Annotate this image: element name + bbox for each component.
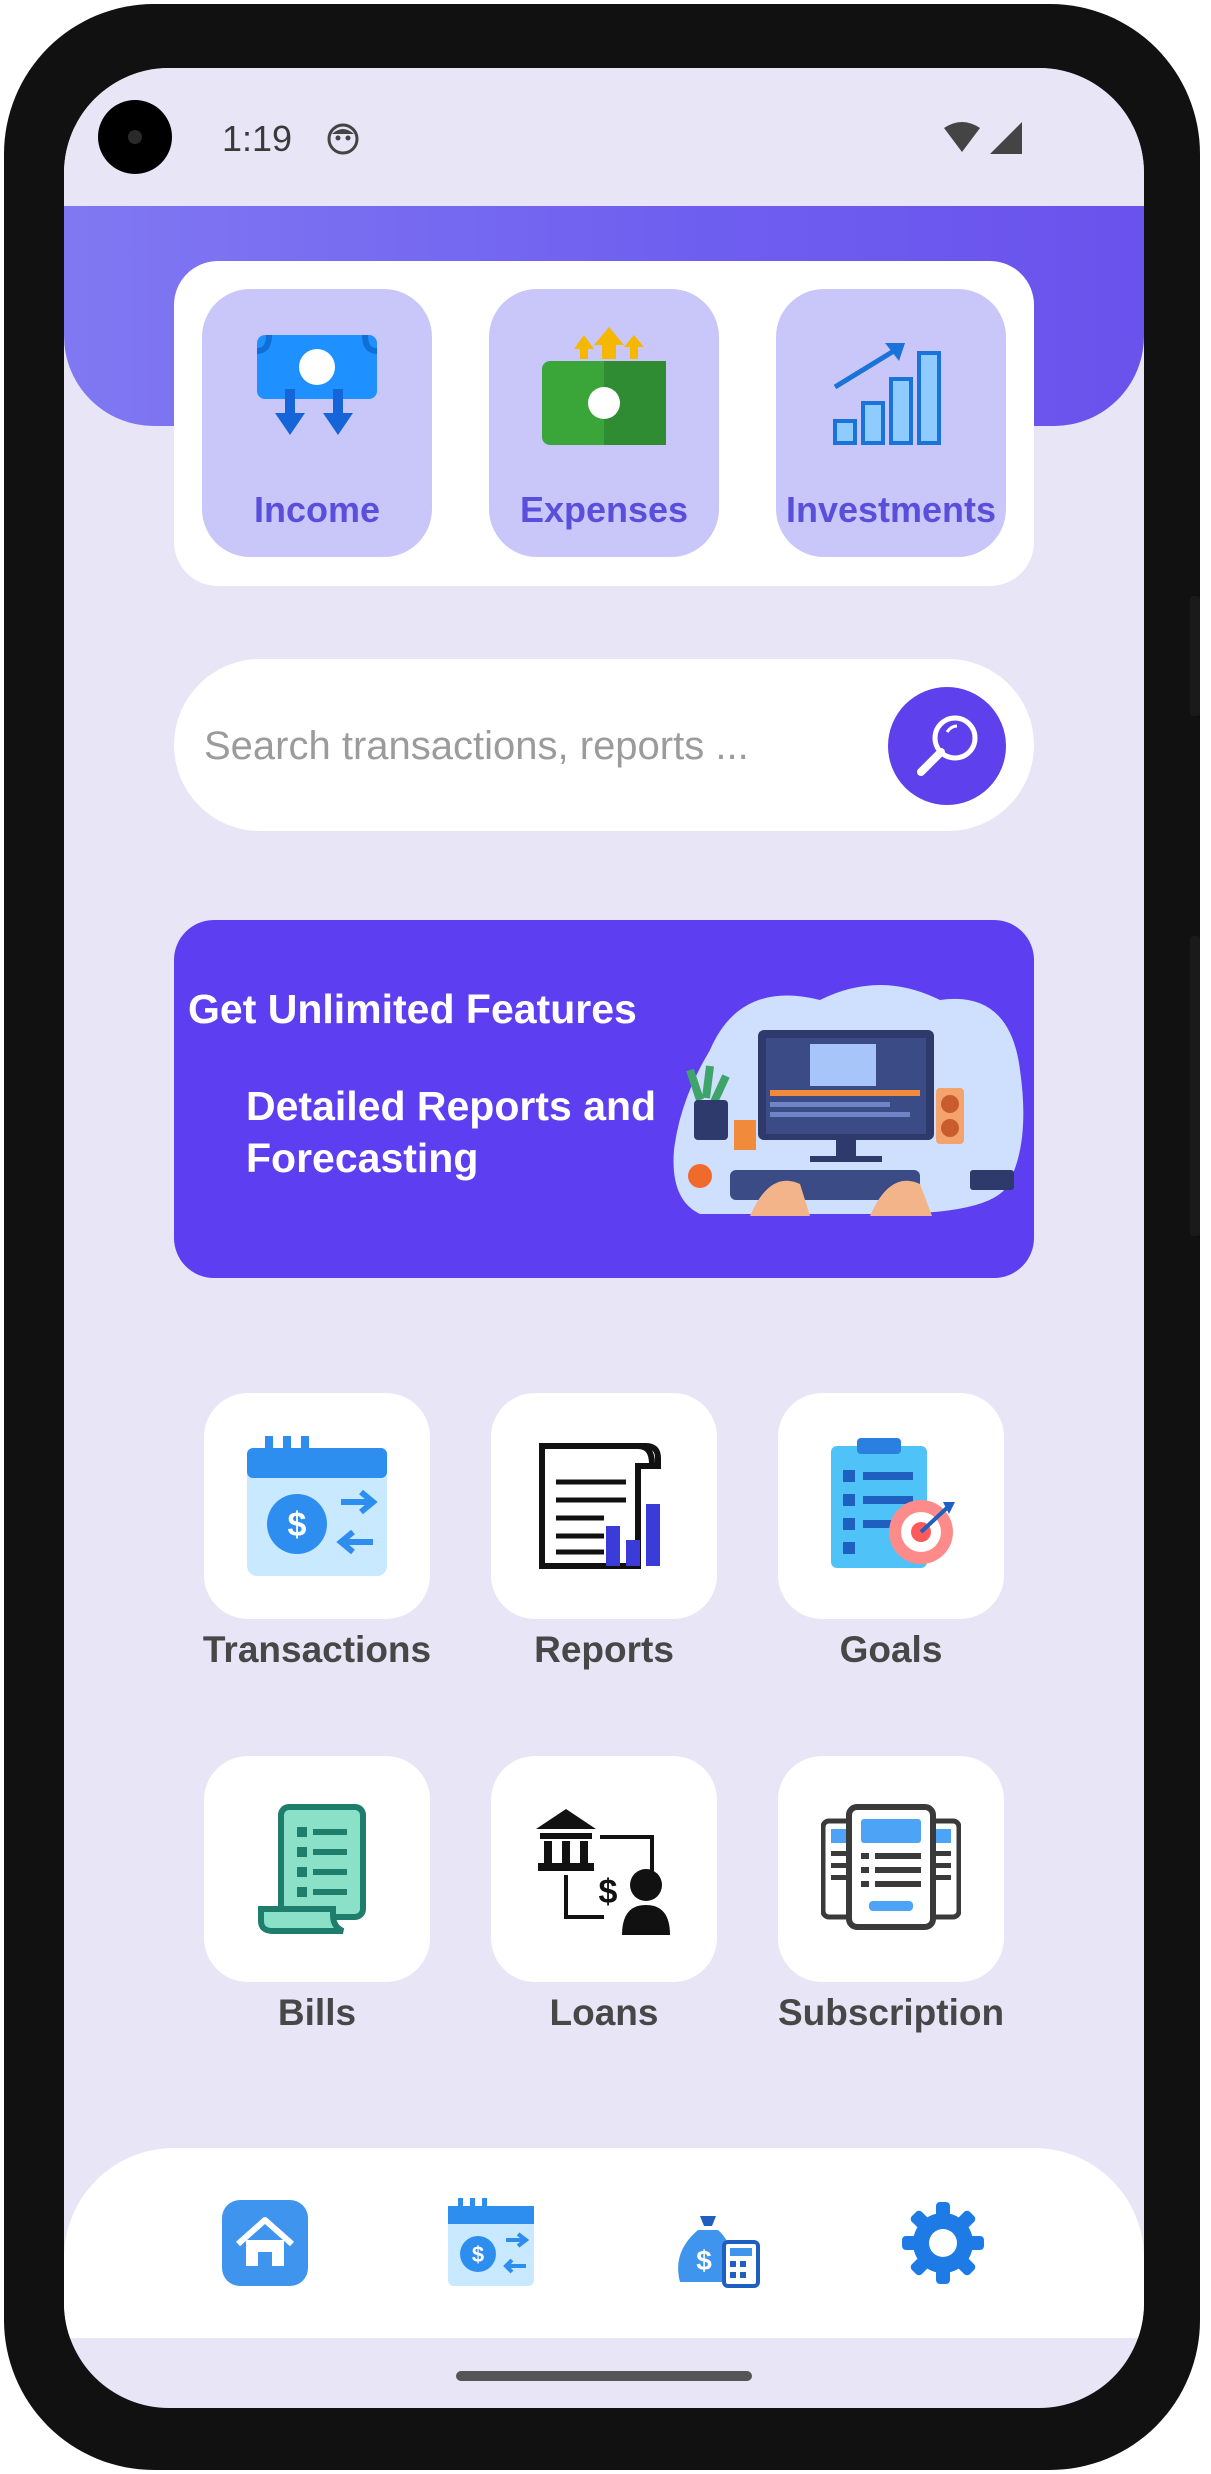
expenses-button[interactable]: Expenses <box>489 289 719 557</box>
svg-text:$: $ <box>599 1873 618 1911</box>
transactions-label: Transactions <box>202 1629 432 1670</box>
money-out-icon <box>534 317 674 462</box>
cell-signal-icon <box>990 122 1022 154</box>
money-in-icon <box>247 317 387 462</box>
goals-target-icon <box>831 1438 955 1568</box>
bottom-navigation: $ $ <box>64 2148 1144 2338</box>
svg-text:$: $ <box>472 2242 484 2267</box>
reports-tile[interactable] <box>491 1393 717 1619</box>
bill-receipt-icon <box>258 1804 366 1934</box>
search-input[interactable] <box>202 707 846 785</box>
phone-frame: 1:19 Income Expenses Investments Search … <box>4 4 1200 2470</box>
nav-budget-button[interactable]: $ <box>672 2198 762 2288</box>
promo-subtitle: Detailed Reports and Forecasting <box>246 1083 657 1181</box>
camera-icon <box>98 100 172 174</box>
reports-label: Reports <box>534 1629 674 1670</box>
search-bar <box>174 659 1034 831</box>
transactions-calendar-icon: $ <box>247 1436 387 1576</box>
transactions-icon: $ <box>448 2198 534 2286</box>
search-icon <box>917 715 978 776</box>
investments-label: Investments <box>785 489 997 530</box>
bank-loan-icon: $ <box>536 1809 670 1935</box>
loans-label: Loans <box>549 1992 659 2033</box>
expenses-label: Expenses <box>519 489 689 530</box>
status-notification-icon <box>326 122 360 161</box>
home-indicator[interactable] <box>456 2371 752 2381</box>
nav-home-button[interactable] <box>220 2198 310 2288</box>
svg-text:$: $ <box>288 1506 307 1544</box>
home-icon <box>222 2200 308 2286</box>
growth-chart-icon <box>821 317 961 462</box>
volume-button <box>1190 936 1200 1236</box>
subscription-cards-icon <box>821 1804 961 1930</box>
goals-label: Goals <box>839 1629 943 1670</box>
power-button <box>1190 596 1200 716</box>
bills-tile[interactable] <box>204 1756 430 1982</box>
investments-button[interactable]: Investments <box>776 289 1006 557</box>
loans-tile[interactable]: $ <box>491 1756 717 1982</box>
svg-text:$: $ <box>696 2245 712 2276</box>
status-time: 1:19 <box>222 118 293 159</box>
settings-icon <box>902 2202 984 2284</box>
wifi-icon <box>944 122 980 152</box>
search-button[interactable] <box>888 687 1006 805</box>
screen: 1:19 Income Expenses Investments Search … <box>64 68 1144 2408</box>
subscription-label: Subscription <box>777 1992 1005 2033</box>
status-bar: 1:19 <box>64 68 1144 206</box>
bills-label: Bills <box>277 1992 357 2033</box>
promo-banner[interactable]: Get Unlimited Features Detailed Reports … <box>174 920 1034 1278</box>
nav-transactions-button[interactable]: $ <box>446 2198 536 2288</box>
goals-tile[interactable] <box>778 1393 1004 1619</box>
income-button[interactable]: Income <box>202 289 432 557</box>
promo-title: Get Unlimited Features <box>188 986 637 1032</box>
nav-settings-button[interactable] <box>898 2198 988 2288</box>
subscription-tile[interactable] <box>778 1756 1004 1982</box>
income-label: Income <box>253 489 381 530</box>
transactions-tile[interactable]: $ <box>204 1393 430 1619</box>
signal-icons <box>942 120 1026 161</box>
desk-illustration <box>673 985 1024 1216</box>
quick-actions-card: Income Expenses Investments <box>174 261 1034 586</box>
budget-icon: $ <box>678 2216 760 2288</box>
report-chart-icon <box>539 1443 661 1569</box>
